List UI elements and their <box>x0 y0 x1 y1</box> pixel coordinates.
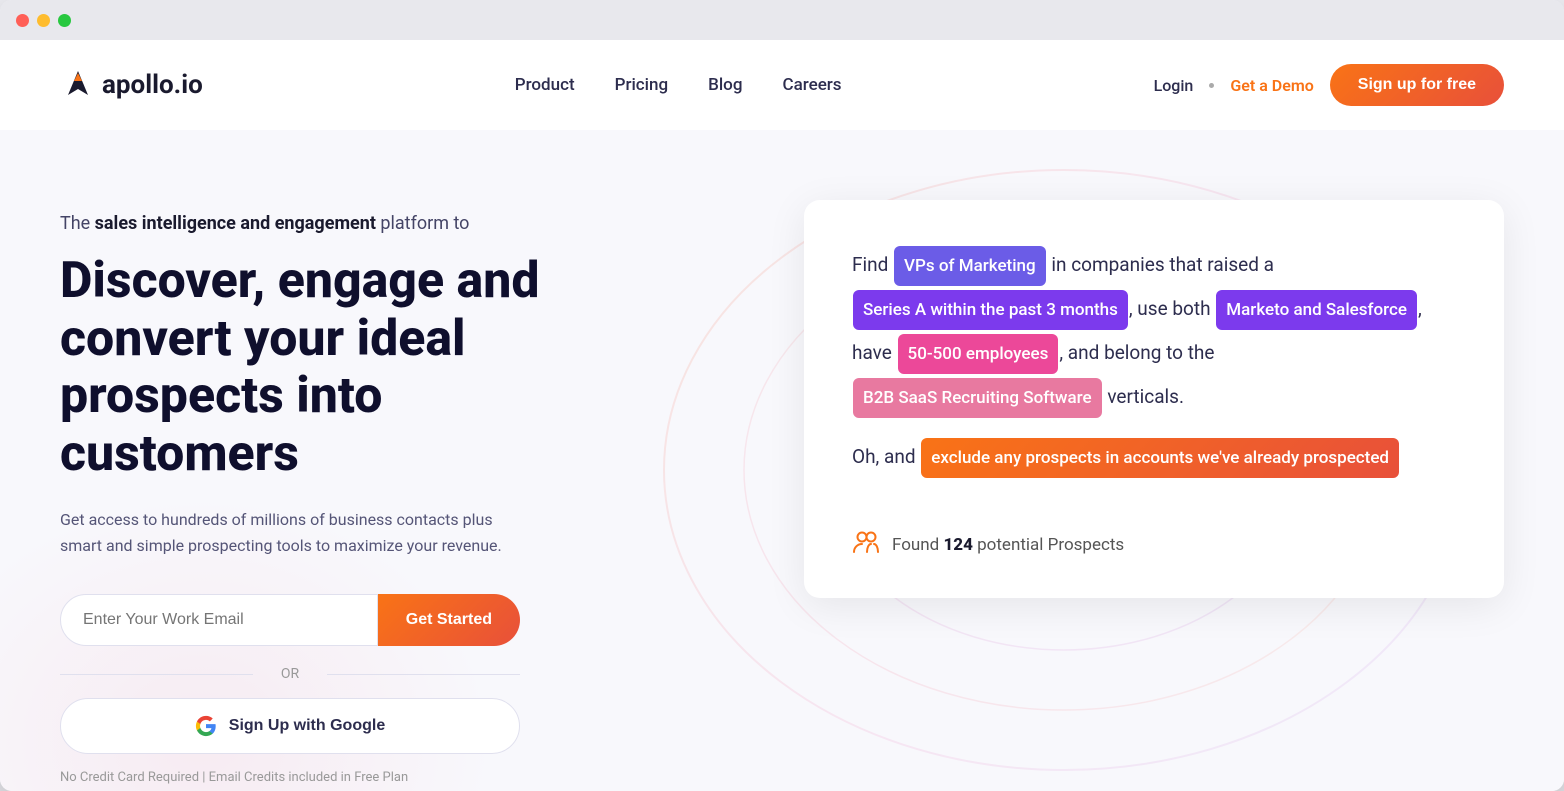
google-signup-button[interactable]: Sign Up with Google <box>60 698 520 754</box>
email-form: Get Started <box>60 594 520 646</box>
fine-print: No Credit Card Required | Email Credits … <box>60 770 610 785</box>
tag-marketo-salesforce: Marketo and Salesforce <box>1216 290 1417 330</box>
minimize-dot[interactable] <box>37 14 50 27</box>
email-input[interactable] <box>60 594 378 646</box>
card-text-6: verticals. <box>1103 385 1184 408</box>
nav-blog[interactable]: Blog <box>708 75 742 95</box>
tag-vps-marketing: VPs of Marketing <box>894 246 1046 286</box>
card-text-exclude: Oh, and exclude any prospects in account… <box>852 436 1456 480</box>
browser-chrome <box>0 0 1564 40</box>
card-text-1: Find <box>852 253 893 276</box>
login-link[interactable]: Login <box>1154 76 1194 95</box>
get-started-button[interactable]: Get Started <box>378 594 520 646</box>
card-text: Find VPs of Marketing in companies that … <box>852 244 1456 420</box>
found-count: 124 <box>943 535 972 555</box>
card-text-5: , and belong to the <box>1059 341 1214 364</box>
hero-title: Discover, engage and convert your ideal … <box>60 253 610 483</box>
hero-right: Find VPs of Marketing in companies that … <box>610 190 1504 598</box>
card-footer: Found 124 potential Prospects <box>852 510 1456 562</box>
google-signup-label: Sign Up with Google <box>229 717 385 735</box>
found-suffix: potential Prospects <box>973 535 1124 555</box>
found-label: Found <box>892 535 943 555</box>
nav-right: Login Get a Demo Sign up for free <box>1154 64 1504 106</box>
hero-description: Get access to hundreds of millions of bu… <box>60 507 520 558</box>
tag-exclude-prospects: exclude any prospects in accounts we've … <box>921 438 1399 478</box>
or-divider: OR <box>60 666 520 682</box>
subtitle-bold: sales intelligence and engagement <box>95 213 376 234</box>
close-dot[interactable] <box>16 14 29 27</box>
nav-separator-dot <box>1209 83 1214 88</box>
tag-b2b-saas: B2B SaaS Recruiting Software <box>853 378 1102 418</box>
signup-nav-button[interactable]: Sign up for free <box>1330 64 1504 106</box>
prospect-card: Find VPs of Marketing in companies that … <box>804 200 1504 598</box>
nav-pricing[interactable]: Pricing <box>615 75 669 95</box>
tag-employees: 50-500 employees <box>898 334 1059 374</box>
card-text-3: , use both <box>1129 297 1215 320</box>
subtitle-end: platform to <box>376 213 469 234</box>
hero-left: The sales intelligence and engagement pl… <box>60 190 610 785</box>
get-demo-link[interactable]: Get a Demo <box>1230 76 1313 95</box>
hero-subtitle: The sales intelligence and engagement pl… <box>60 210 610 237</box>
subtitle-plain: The <box>60 213 95 234</box>
card-text-2: in companies that raised a <box>1047 253 1274 276</box>
navbar: apollo.io Product Pricing Blog Careers L… <box>0 40 1564 130</box>
prospects-found-text: Found 124 potential Prospects <box>892 535 1124 555</box>
nav-product[interactable]: Product <box>515 75 575 95</box>
prospects-icon <box>852 528 880 562</box>
nav-careers[interactable]: Careers <box>782 75 841 95</box>
card-text-7: Oh, and <box>852 445 920 468</box>
logo-icon <box>60 67 96 103</box>
logo-text: apollo.io <box>102 70 203 100</box>
nav-links: Product Pricing Blog Careers <box>515 75 842 95</box>
maximize-dot[interactable] <box>58 14 71 27</box>
hero-section: The sales intelligence and engagement pl… <box>0 130 1564 791</box>
tag-series-a: Series A within the past 3 months <box>853 290 1128 330</box>
google-icon <box>195 715 217 737</box>
page-content: apollo.io Product Pricing Blog Careers L… <box>0 40 1564 791</box>
logo[interactable]: apollo.io <box>60 67 203 103</box>
